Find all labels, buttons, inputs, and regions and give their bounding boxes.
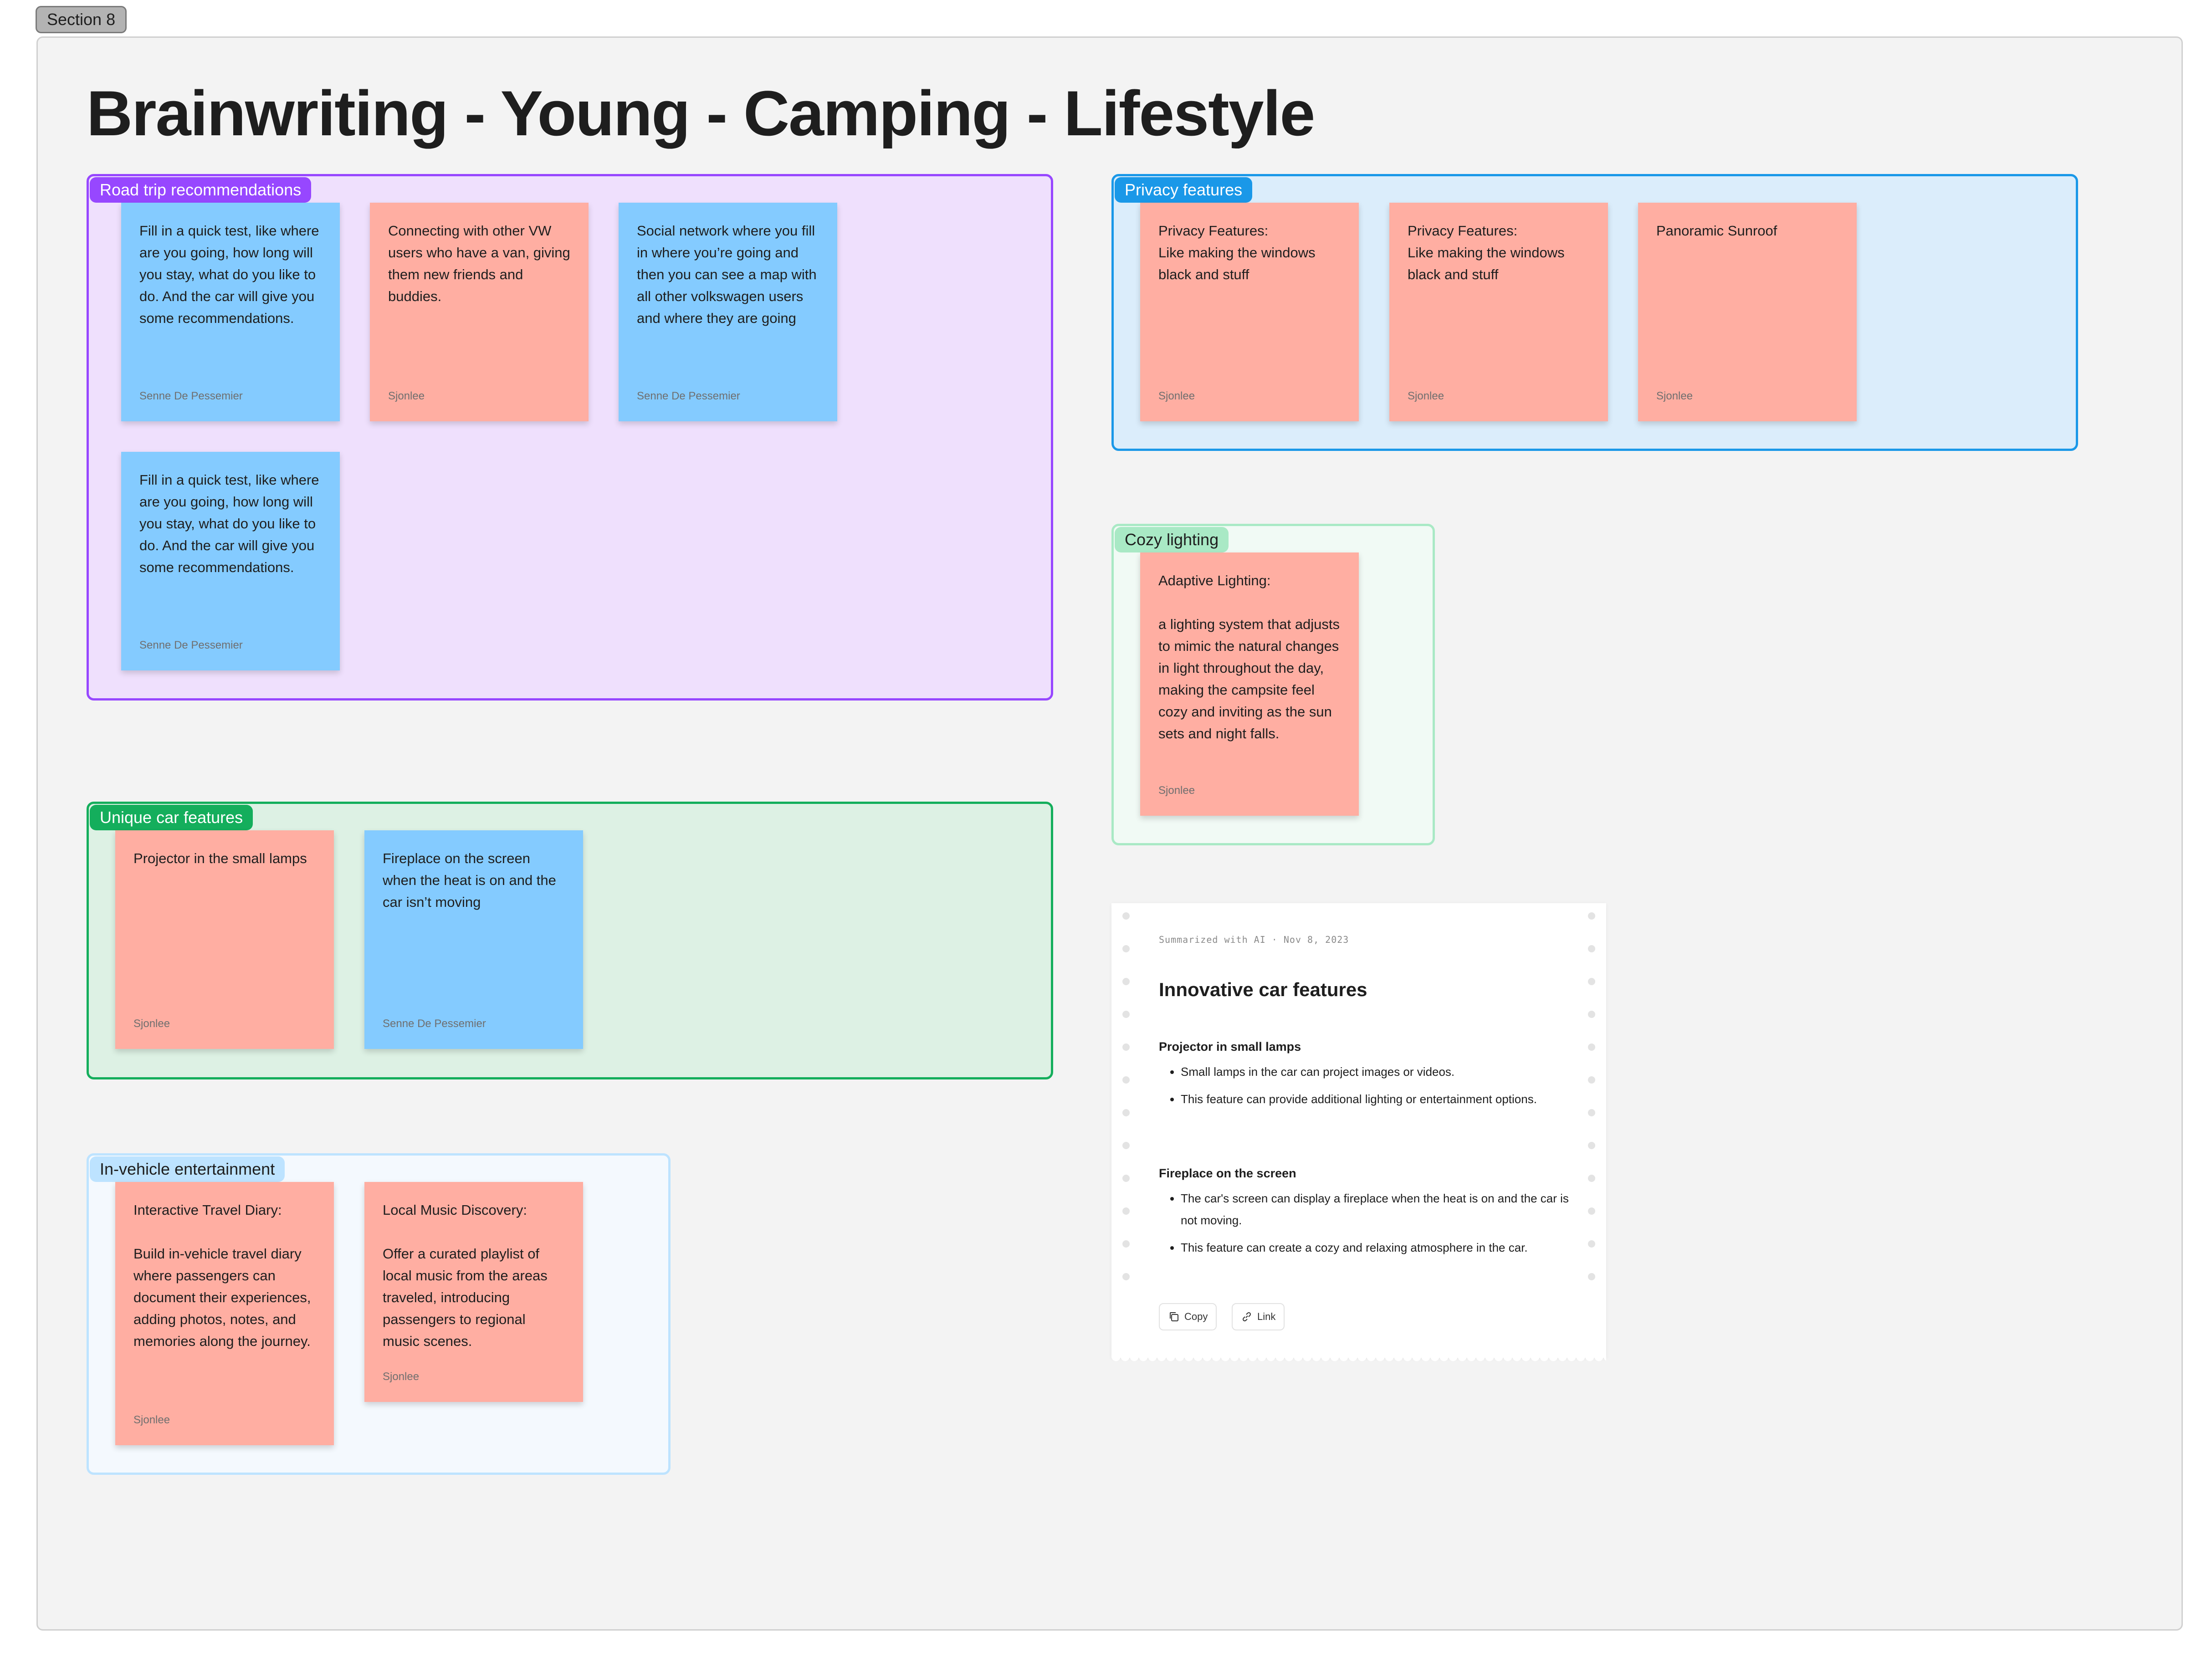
- sticky-text: Connecting with other VW users who have …: [388, 223, 574, 304]
- sticky-note[interactable]: Local Music Discovery: Offer a curated p…: [364, 1182, 583, 1402]
- sticky-text: Adaptive Lighting: a lighting system tha…: [1158, 573, 1340, 742]
- group-label-privacy[interactable]: Privacy features: [1115, 177, 1253, 203]
- sticky-text: Fill in a quick test, like where are you…: [139, 472, 323, 575]
- sticky-note[interactable]: Projector in the small lamps Sjonlee: [115, 830, 334, 1049]
- ai-summary-heading: Projector in small lamps: [1159, 1040, 1301, 1054]
- sticky-note[interactable]: Privacy Features: Like making the window…: [1140, 203, 1359, 421]
- sticky-text: Local Music Discovery: Offer a curated p…: [383, 1202, 548, 1349]
- sticky-text: Panoramic Sunroof: [1656, 223, 1777, 239]
- sticky-author: Sjonlee: [133, 1414, 170, 1426]
- sticky-note[interactable]: Privacy Features: Like making the window…: [1389, 203, 1608, 421]
- sticky-author: Sjonlee: [1408, 390, 1444, 402]
- sticky-author: Sjonlee: [1158, 784, 1195, 797]
- link-icon: [1242, 1312, 1251, 1322]
- sticky-note[interactable]: Connecting with other VW users who have …: [370, 203, 589, 421]
- board-title: Brainwriting - Young - Camping - Lifesty…: [87, 77, 1315, 149]
- sticky-text: Privacy Features: Like making the window…: [1158, 223, 1316, 282]
- card-edge-dots: [1122, 912, 1130, 1306]
- card-scalloped-edge: [1111, 1357, 1606, 1362]
- sticky-text: Fireplace on the screen when the heat is…: [383, 850, 560, 910]
- sticky-text: Interactive Travel Diary: Build in-vehic…: [133, 1202, 311, 1349]
- group-label-in-vehicle-entertainment[interactable]: In-vehicle entertainment: [90, 1156, 285, 1182]
- sticky-note[interactable]: Interactive Travel Diary: Build in-vehic…: [115, 1182, 334, 1445]
- sticky-note[interactable]: Adaptive Lighting: a lighting system tha…: [1140, 552, 1359, 816]
- ai-summary-bullet: Small lamps in the car can project image…: [1181, 1061, 1586, 1083]
- sticky-author: Sjonlee: [1158, 390, 1195, 402]
- group-label-unique-car-features[interactable]: Unique car features: [90, 805, 253, 830]
- ai-summary-title: Innovative car features: [1159, 979, 1367, 1000]
- ai-summary-card[interactable]: Summarized with AI · Nov 8, 2023 Innovat…: [1111, 903, 1606, 1362]
- card-edge-dots: [1588, 912, 1595, 1306]
- ai-summary-list: The car's screen can display a fireplace…: [1159, 1187, 1586, 1264]
- sticky-author: Sjonlee: [388, 390, 425, 402]
- sticky-note[interactable]: Fill in a quick test, like where are you…: [121, 452, 340, 670]
- sticky-note[interactable]: Panoramic Sunroof Sjonlee: [1638, 203, 1857, 421]
- sticky-text: Projector in the small lamps: [133, 850, 307, 866]
- sticky-note[interactable]: Fireplace on the screen when the heat is…: [364, 830, 583, 1049]
- ai-summary-bullet: The car's screen can display a fireplace…: [1181, 1187, 1586, 1231]
- sticky-note[interactable]: Fill in a quick test, like where are you…: [121, 203, 340, 421]
- link-button-label: Link: [1257, 1311, 1276, 1322]
- link-button[interactable]: Link: [1232, 1303, 1285, 1330]
- sticky-author: Senne De Pessemier: [139, 390, 243, 402]
- sticky-author: Sjonlee: [1656, 390, 1693, 402]
- group-label-road-trip[interactable]: Road trip recommendations: [90, 177, 312, 203]
- copy-icon: [1170, 1312, 1178, 1321]
- ai-summary-list: Small lamps in the car can project image…: [1159, 1061, 1586, 1115]
- sticky-author: Senne De Pessemier: [383, 1018, 486, 1030]
- copy-button[interactable]: Copy: [1159, 1303, 1217, 1330]
- section-tag[interactable]: Section 8: [36, 6, 127, 33]
- sticky-author: Sjonlee: [383, 1371, 420, 1383]
- sticky-author: Senne De Pessemier: [637, 390, 740, 402]
- sticky-text: Fill in a quick test, like where are you…: [139, 223, 323, 326]
- sticky-author: Sjonlee: [133, 1018, 170, 1030]
- ai-summary-bullet: This feature can provide additional ligh…: [1181, 1088, 1586, 1110]
- sticky-note[interactable]: Social network where you fill in where y…: [619, 203, 837, 421]
- ai-summary-heading: Fireplace on the screen: [1159, 1166, 1296, 1180]
- ai-summary-meta: Summarized with AI · Nov 8, 2023: [1159, 934, 1349, 945]
- sticky-author: Senne De Pessemier: [139, 639, 243, 651]
- sticky-text: Social network where you fill in where y…: [637, 223, 821, 326]
- copy-button-label: Copy: [1184, 1311, 1208, 1322]
- group-label-cozy-lighting[interactable]: Cozy lighting: [1115, 527, 1229, 552]
- sticky-text: Privacy Features: Like making the window…: [1408, 223, 1565, 282]
- ai-summary-bullet: This feature can create a cozy and relax…: [1181, 1237, 1586, 1258]
